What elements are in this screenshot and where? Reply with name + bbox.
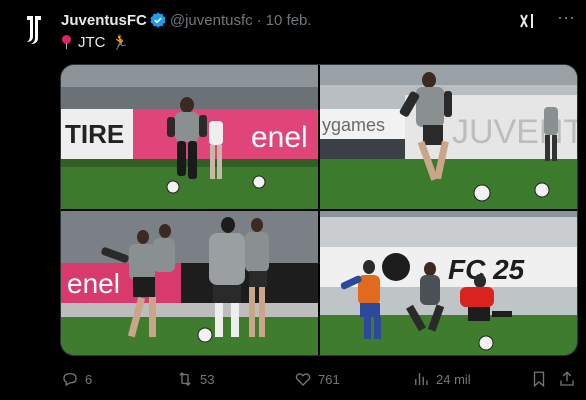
tweet-header: JuventusFC @juventusfc · 10 feb. ⋯: [61, 8, 576, 31]
separator: ·: [256, 11, 262, 29]
round-pushpin-icon: [61, 35, 72, 49]
person-running-icon: 🏃: [111, 33, 129, 50]
share-icon: [560, 371, 574, 386]
views-count: 24 mil: [436, 371, 471, 387]
banner-text-2: enel: [251, 121, 308, 154]
bookmark-icon: [533, 371, 545, 388]
tweet-text: JTC 🏃: [61, 32, 129, 52]
svg-text:ygames: ygames: [322, 115, 385, 135]
svg-text:JUVENTUS: JUVENTUS: [452, 113, 577, 151]
post-date[interactable]: 10 feb.: [266, 12, 312, 29]
xai-grok-icon[interactable]: [518, 11, 538, 31]
svg-text:enel: enel: [67, 268, 120, 299]
avatar[interactable]: [14, 10, 54, 50]
views-button[interactable]: 24 mil: [412, 370, 471, 388]
share-button[interactable]: [558, 370, 582, 388]
action-bar: 6 53 761 24 mil: [61, 368, 578, 390]
reply-button[interactable]: 6: [61, 370, 92, 388]
heart-icon: [295, 373, 311, 386]
photo-training-drill[interactable]: enel: [61, 211, 318, 355]
photo-training-dribble[interactable]: TIRE enel: [61, 65, 318, 209]
verified-badge-icon: [150, 12, 166, 28]
reply-icon: [63, 373, 77, 387]
repost-button[interactable]: 53: [176, 370, 214, 388]
tweet-body: JTC: [78, 33, 106, 51]
media-grid: TIRE enel ygames JUVE enel FC 25: [60, 64, 578, 356]
svg-text:TIRE: TIRE: [65, 119, 124, 149]
bookmark-button[interactable]: [530, 370, 554, 388]
views-bar-chart-icon: [415, 373, 428, 385]
like-button[interactable]: 761: [294, 370, 340, 388]
banner-text: FC 25: [448, 254, 525, 285]
more-icon[interactable]: ⋯: [557, 8, 576, 29]
banner-text: TIRE: [65, 119, 124, 149]
juventus-logo-icon: [27, 16, 41, 44]
svg-text:enel: enel: [251, 121, 308, 154]
display-name[interactable]: JuventusFC: [61, 12, 147, 29]
like-count: 761: [318, 371, 340, 387]
banner-text: ygames: [322, 115, 385, 135]
reply-count: 6: [85, 371, 93, 387]
photo-training-goalkeeper[interactable]: FC 25: [320, 211, 577, 355]
repost-icon: [179, 372, 191, 386]
repost-count: 53: [200, 371, 215, 387]
svg-text:FC 25: FC 25: [448, 254, 525, 285]
handle[interactable]: @juventusfc: [170, 12, 253, 29]
banner-text: enel: [67, 268, 120, 299]
banner-text-2: JUVENTUS: [452, 113, 577, 151]
photo-training-sprint[interactable]: ygames JUVENTUS: [320, 65, 577, 209]
